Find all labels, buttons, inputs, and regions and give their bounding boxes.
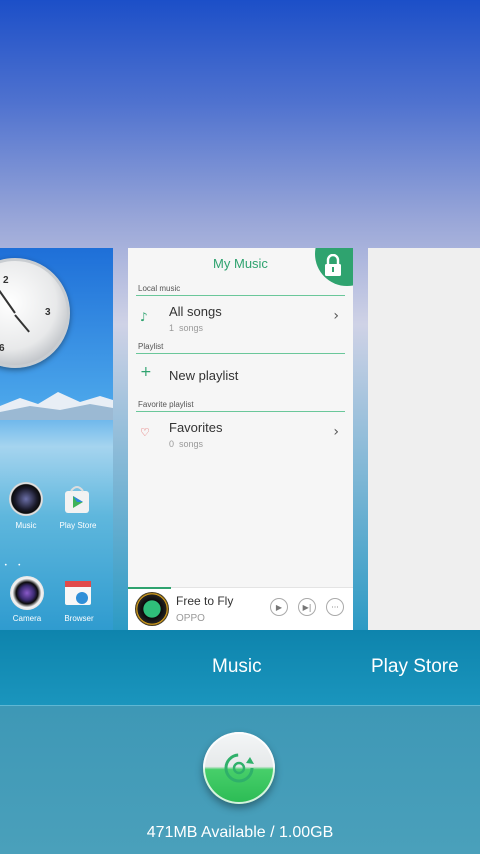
lock-icon[interactable] xyxy=(323,254,343,276)
album-art-icon xyxy=(135,592,169,626)
chevron-right-icon: › xyxy=(333,424,339,440)
home-screen-card[interactable]: 2 3 6 Music Play Store • • Camera Browse… xyxy=(0,248,113,630)
play-icon[interactable]: ▶ xyxy=(270,598,288,616)
page-indicator: • • xyxy=(4,562,25,569)
mini-player[interactable]: Free to Fly OPPO ▶ ▶| ··· xyxy=(128,587,353,630)
list-item-title: All songs xyxy=(169,304,222,319)
clock-hand xyxy=(14,314,30,333)
song-artist: OPPO xyxy=(176,613,205,624)
plus-icon: + xyxy=(140,364,152,380)
song-title: Free to Fly xyxy=(176,594,234,608)
list-item-subtitle: 0 songs xyxy=(169,439,204,449)
app-label: Camera xyxy=(12,614,42,623)
music-card-label: Music xyxy=(212,656,262,677)
music-app-icon[interactable] xyxy=(9,482,43,516)
playback-progress xyxy=(128,587,171,589)
music-header: My Music xyxy=(128,248,353,286)
app-label: Music xyxy=(15,521,37,530)
card-labels-bar: Music Play Store xyxy=(0,630,480,706)
analog-clock-widget: 2 3 6 xyxy=(0,258,70,368)
clock-number: 3 xyxy=(45,307,51,318)
clear-memory-button[interactable] xyxy=(203,732,275,804)
next-track-icon[interactable]: ▶| xyxy=(298,598,316,616)
clock-hand xyxy=(0,287,16,314)
memory-available-text: 471MB Available / 1.00GB xyxy=(146,824,334,841)
app-label: Play Store xyxy=(59,521,97,530)
memory-panel: 471MB Available / 1.00GB xyxy=(0,706,480,854)
heart-icon: ♡ xyxy=(140,426,150,439)
music-note-icon: ♪ xyxy=(140,310,148,324)
section-label-playlist: Playlist xyxy=(138,342,164,351)
refresh-icon xyxy=(224,753,254,783)
list-item-new-playlist[interactable]: + New playlist xyxy=(128,354,353,400)
browser-icon[interactable] xyxy=(63,578,93,608)
play-store-icon[interactable] xyxy=(61,483,93,515)
play-store-card[interactable] xyxy=(368,248,480,630)
music-title: My Music xyxy=(213,256,268,271)
camera-icon[interactable] xyxy=(10,576,44,610)
list-item-title: New playlist xyxy=(169,368,239,383)
more-options-icon[interactable]: ··· xyxy=(326,598,344,616)
section-label-favorite-playlist: Favorite playlist xyxy=(138,400,194,409)
music-app-card[interactable]: My Music Local music ♪ All songs 1 songs… xyxy=(128,248,353,630)
play-store-card-label: Play Store xyxy=(371,656,459,677)
list-item-favorites[interactable]: ♡ Favorites 0 songs › xyxy=(128,412,353,458)
mountain-wallpaper xyxy=(0,392,113,420)
app-label: Browser xyxy=(64,614,94,623)
chevron-right-icon: › xyxy=(333,308,339,324)
clock-number: 6 xyxy=(0,343,5,354)
list-item-all-songs[interactable]: ♪ All songs 1 songs › xyxy=(128,296,353,342)
list-item-title: Favorites xyxy=(169,420,223,435)
clock-number: 2 xyxy=(3,275,9,286)
list-item-subtitle: 1 songs xyxy=(169,323,204,333)
section-label-local-music: Local music xyxy=(138,284,181,293)
